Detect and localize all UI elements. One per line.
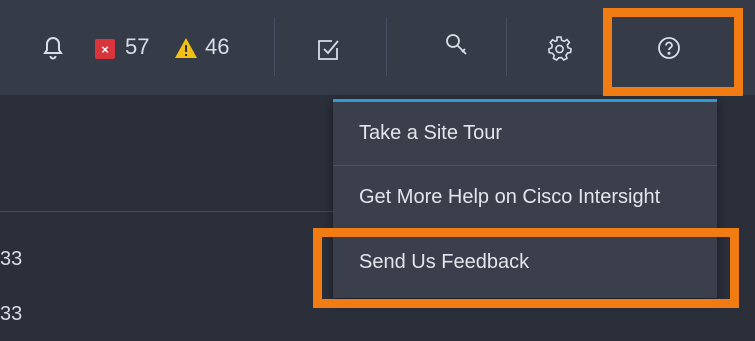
settings-icon[interactable] (544, 33, 574, 63)
table-divider (0, 211, 335, 212)
menu-item-more-help[interactable]: Get More Help on Cisco Intersight (333, 166, 717, 230)
table-cell: 33 (0, 248, 23, 270)
tasks-icon[interactable] (314, 34, 344, 64)
error-icon[interactable]: × (95, 39, 115, 59)
warning-count[interactable]: 46 (205, 34, 229, 60)
help-dropdown-menu: Take a Site Tour Get More Help on Cisco … (333, 99, 717, 298)
menu-item-send-feedback[interactable]: Send Us Feedback (333, 230, 717, 294)
toolbar-divider (386, 18, 387, 76)
error-count[interactable]: 57 (125, 34, 149, 60)
bell-icon[interactable] (38, 32, 68, 62)
search-icon[interactable] (442, 30, 472, 60)
toolbar-divider (274, 18, 275, 76)
table-cell: 33 (0, 303, 23, 325)
toolbar-divider (506, 18, 507, 76)
top-toolbar: × 57 46 (0, 0, 755, 96)
menu-item-site-tour[interactable]: Take a Site Tour (333, 102, 717, 166)
help-icon[interactable] (654, 33, 684, 63)
warning-icon[interactable] (173, 36, 199, 60)
